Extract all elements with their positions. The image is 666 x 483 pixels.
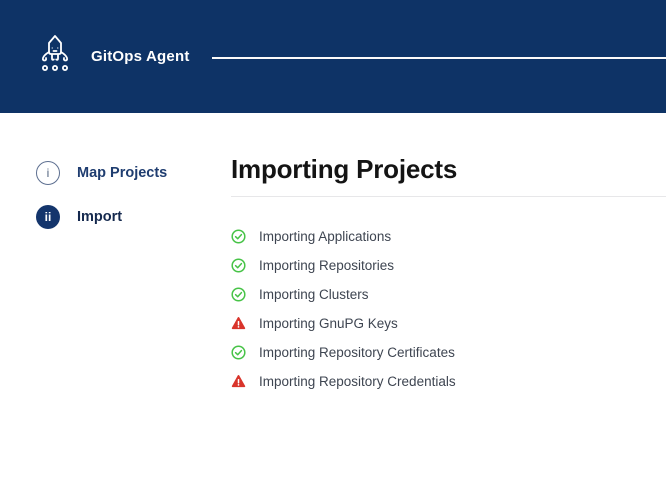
step-number-badge: i (36, 161, 60, 185)
status-row: Importing Repositories (231, 251, 666, 280)
status-row: Importing GnuPG Keys (231, 309, 666, 338)
step-label: Import (77, 209, 122, 225)
step-label: Map Projects (77, 165, 167, 181)
step-number-badge: ii (36, 205, 60, 229)
warning-triangle-icon (231, 316, 246, 331)
status-label: Importing Repositories (259, 258, 394, 273)
status-label: Importing Applications (259, 229, 391, 244)
header-divider (212, 57, 666, 59)
main-panel: Importing Projects Importing Application… (231, 113, 666, 483)
warning-triangle-icon (231, 374, 246, 389)
octopus-logo-icon (38, 34, 72, 80)
status-row: Importing Repository Credentials (231, 367, 666, 396)
sidebar-step-map-projects[interactable]: i Map Projects (36, 161, 231, 185)
status-row: Importing Repository Certificates (231, 338, 666, 367)
wizard-sidebar: i Map Projects ii Import (0, 113, 231, 483)
check-circle-icon (231, 258, 246, 273)
title-divider (231, 196, 666, 197)
status-row: Importing Applications (231, 222, 666, 251)
status-label: Importing Clusters (259, 287, 369, 302)
status-label: Importing GnuPG Keys (259, 316, 398, 331)
check-circle-icon (231, 287, 246, 302)
sidebar-step-import[interactable]: ii Import (36, 205, 231, 229)
page-title: Importing Projects (231, 155, 666, 184)
app-header: GitOps Agent (0, 0, 666, 113)
import-status-list: Importing Applications Importing Reposit… (231, 222, 666, 396)
app-title: GitOps Agent (91, 48, 190, 65)
check-circle-icon (231, 229, 246, 244)
check-circle-icon (231, 345, 246, 360)
status-label: Importing Repository Certificates (259, 345, 455, 360)
content-area: i Map Projects ii Import Importing Proje… (0, 113, 666, 483)
status-row: Importing Clusters (231, 280, 666, 309)
status-label: Importing Repository Credentials (259, 374, 456, 389)
